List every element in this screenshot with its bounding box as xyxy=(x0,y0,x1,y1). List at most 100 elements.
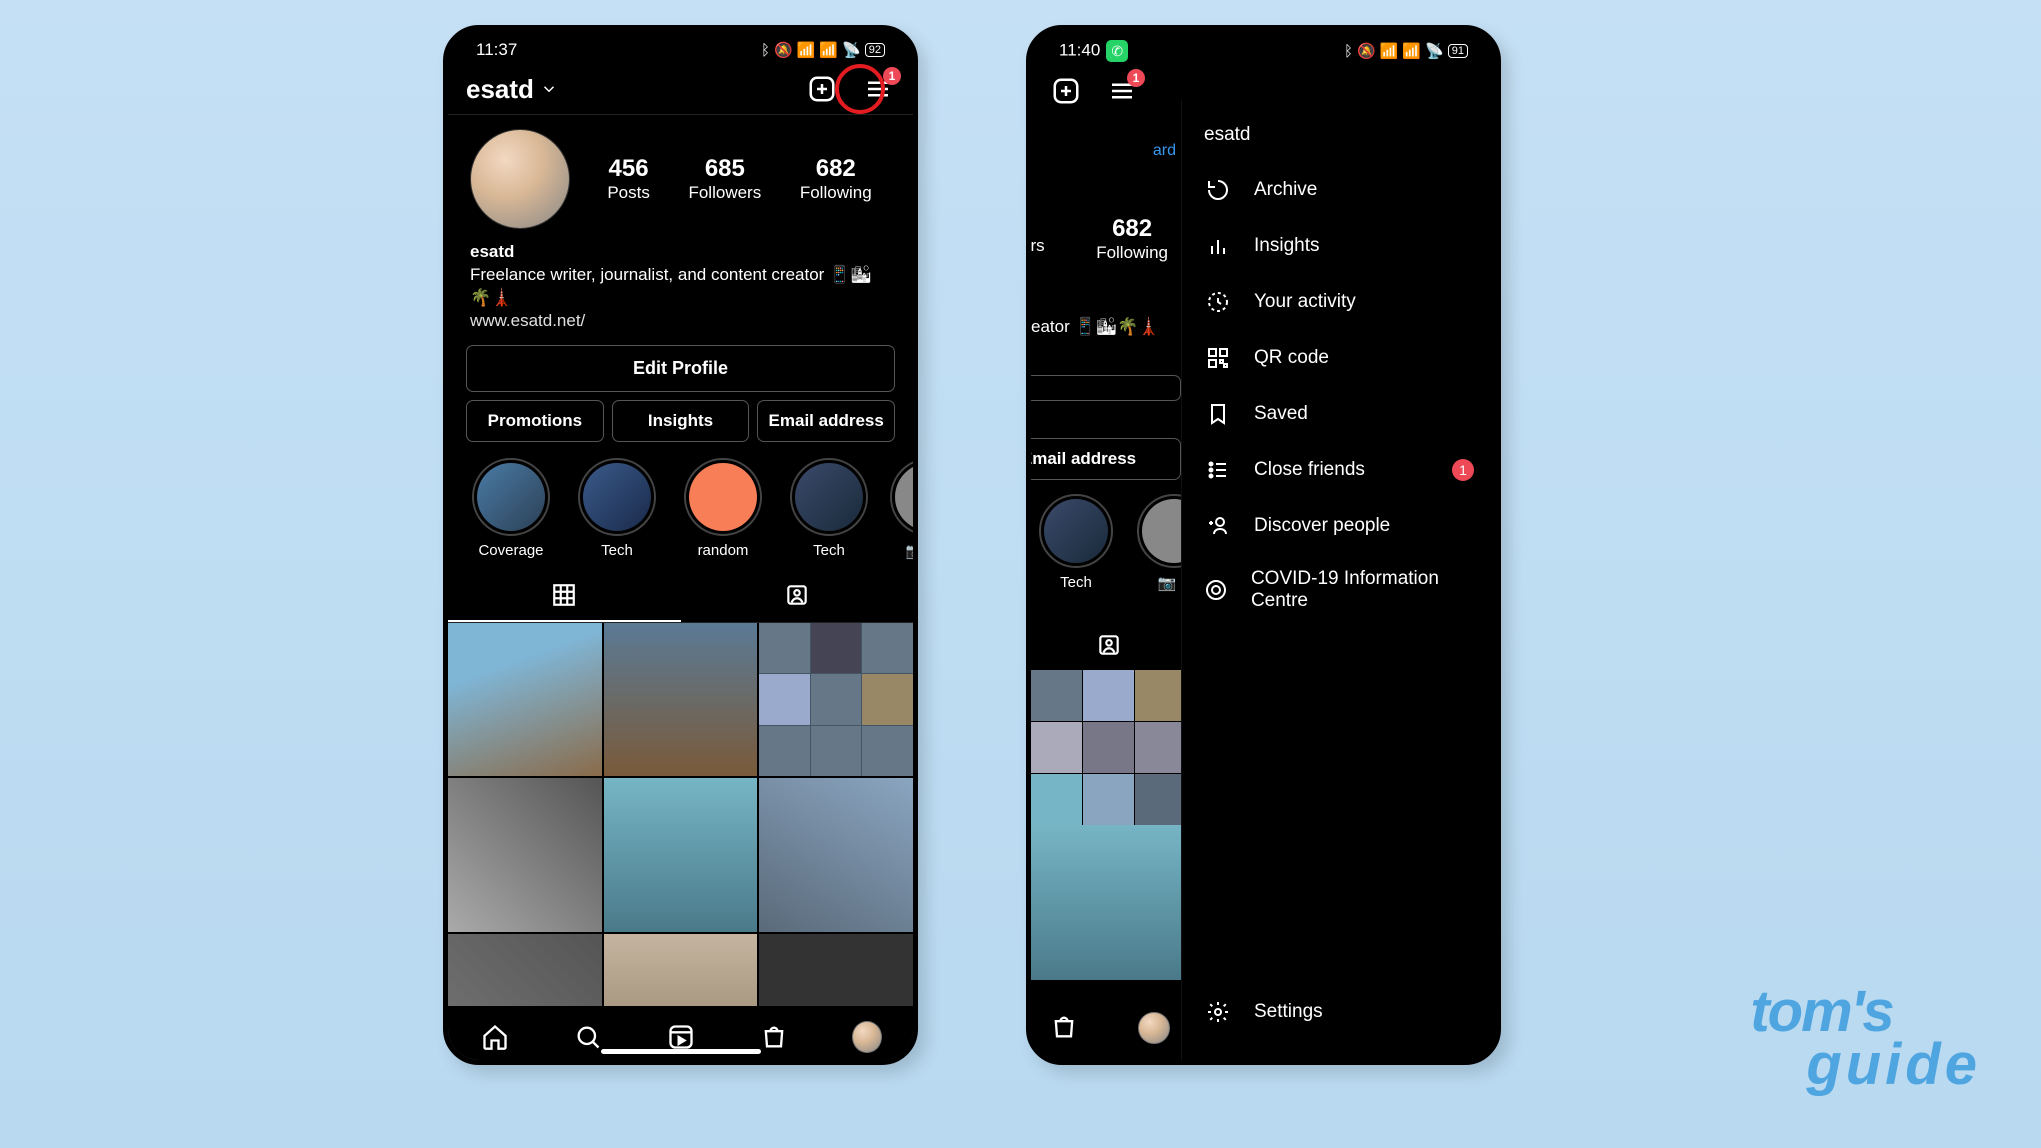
phone-left: 11:37 ᛒ 🔕 📶 📶 📡 92 esatd 1 xyxy=(443,25,918,1065)
bio-link[interactable]: www.esatd.net/ xyxy=(470,310,891,333)
following-label: Following xyxy=(1096,243,1168,263)
info-icon xyxy=(1204,576,1229,604)
content-tabs xyxy=(448,570,913,623)
bookmark-icon xyxy=(1204,400,1232,428)
grid-tab[interactable] xyxy=(448,570,681,622)
status-indicators: ᛒ 🔕 📶 📶 📡 91 xyxy=(1344,42,1468,60)
username-label: esatd xyxy=(466,74,534,105)
home-tab[interactable] xyxy=(480,1022,510,1052)
following-count: 682 xyxy=(1096,215,1168,243)
status-time: 11:40✆ xyxy=(1059,40,1128,62)
menu-saved[interactable]: Saved xyxy=(1182,386,1496,442)
status-time: 11:37 xyxy=(476,40,517,60)
signal-icon: 📶 xyxy=(1380,42,1399,60)
highlight-item[interactable]: Coverage xyxy=(466,458,556,560)
phone-right: 11:40✆ ᛒ 🔕 📶 📶 📡 91 1 ard 682 Following … xyxy=(1026,25,1501,1065)
highlight-item[interactable]: 📷 xyxy=(890,458,913,560)
bluetooth-icon: ᛒ xyxy=(1344,43,1353,60)
clock-icon xyxy=(1204,288,1232,316)
profile-stats-row: 456Posts 685Followers 682Following xyxy=(448,115,913,237)
bluetooth-icon: ᛒ xyxy=(761,42,770,59)
signal-icon: 📶 xyxy=(1402,42,1421,60)
dnd-icon: 🔕 xyxy=(1357,42,1376,60)
status-bar: 11:37 ᛒ 🔕 📶 📶 📡 92 xyxy=(448,30,913,66)
avatar[interactable] xyxy=(470,129,570,229)
highlight-item[interactable]: Tech xyxy=(1031,494,1121,592)
wifi-icon: 📡 xyxy=(1425,42,1444,60)
battery-icon: 91 xyxy=(1448,44,1468,58)
menu-covid[interactable]: COVID-19 Information Centre xyxy=(1182,554,1496,626)
shop-tab[interactable] xyxy=(759,1022,789,1052)
profile-header: 1 xyxy=(1031,68,1496,116)
list-icon xyxy=(1204,456,1232,484)
promotions-button[interactable]: Promotions xyxy=(466,400,604,442)
dashboard-link[interactable]: ard xyxy=(1153,142,1176,160)
profile-tab[interactable] xyxy=(1138,1012,1170,1044)
menu-button[interactable]: 1 xyxy=(1105,74,1139,108)
battery-icon: 92 xyxy=(865,43,885,57)
grid-post[interactable] xyxy=(759,623,913,777)
search-tab[interactable] xyxy=(573,1022,603,1052)
email-button[interactable]: Email address xyxy=(1031,438,1181,480)
highlights-row[interactable]: Coverage Tech random Tech 📷 xyxy=(448,452,913,566)
username-switcher[interactable]: esatd xyxy=(466,74,558,105)
bio-text: Freelance writer, journalist, and conten… xyxy=(470,264,891,310)
grid-post[interactable] xyxy=(604,623,758,777)
gear-icon xyxy=(1204,998,1232,1026)
highlight-item[interactable]: 📷 xyxy=(1137,494,1186,592)
menu-discover[interactable]: Discover people xyxy=(1182,498,1496,554)
menu-insights[interactable]: Insights xyxy=(1182,218,1496,274)
shop-tab[interactable] xyxy=(1049,1012,1079,1042)
menu-qr[interactable]: QR code xyxy=(1182,330,1496,386)
followers-fragment: ers xyxy=(1031,236,1045,256)
posts-grid xyxy=(448,623,913,1065)
edit-profile-button[interactable]: Edit Profile xyxy=(466,345,895,392)
bio-section: esatd Freelance writer, journalist, and … xyxy=(448,237,913,345)
grid-post[interactable] xyxy=(448,623,602,777)
signal-icon: 📶 xyxy=(819,41,838,59)
grid-post[interactable] xyxy=(759,778,913,932)
tagged-tab[interactable] xyxy=(1031,620,1186,670)
profile-tab[interactable] xyxy=(852,1022,882,1052)
highlight-item[interactable]: random xyxy=(678,458,768,560)
create-button[interactable] xyxy=(805,72,839,106)
background-profile-slice: ard 682 Following ers eator 📱🏙🌴🗼 Email a… xyxy=(1031,100,1186,1060)
add-person-icon xyxy=(1204,512,1232,540)
create-button[interactable] xyxy=(1049,74,1083,108)
reels-tab[interactable] xyxy=(666,1022,696,1052)
bio-fragment: eator 📱🏙🌴🗼 xyxy=(1031,317,1160,337)
highlight-item[interactable]: Tech xyxy=(572,458,662,560)
insights-button[interactable]: Insights xyxy=(612,400,750,442)
home-indicator xyxy=(601,1049,761,1054)
tagged-tab[interactable] xyxy=(681,570,914,622)
archive-icon xyxy=(1204,176,1232,204)
notification-badge: 1 xyxy=(883,67,901,85)
email-button[interactable]: Email address xyxy=(757,400,895,442)
settings-menu: esatd Archive Insights Your activity QR … xyxy=(1181,100,1496,1060)
menu-settings[interactable]: Settings xyxy=(1182,984,1496,1040)
highlight-item[interactable]: Tech xyxy=(784,458,874,560)
bio-name: esatd xyxy=(470,241,891,264)
wifi-icon: 📡 xyxy=(842,41,861,59)
following-stat[interactable]: 682Following xyxy=(800,155,872,203)
menu-activity[interactable]: Your activity xyxy=(1182,274,1496,330)
status-bar: 11:40✆ ᛒ 🔕 📶 📶 📡 91 xyxy=(1031,30,1496,68)
dnd-icon: 🔕 xyxy=(774,41,793,59)
notification-badge: 1 xyxy=(1452,459,1474,481)
status-indicators: ᛒ 🔕 📶 📶 📡 92 xyxy=(761,41,885,59)
grid-post[interactable] xyxy=(604,778,758,932)
posts-stat[interactable]: 456Posts xyxy=(607,155,650,203)
followers-stat[interactable]: 685Followers xyxy=(688,155,761,203)
edit-profile-fragment[interactable] xyxy=(1031,375,1181,401)
toms-guide-logo: tom's guide xyxy=(1750,978,1981,1098)
qr-icon xyxy=(1204,344,1232,372)
chevron-down-icon xyxy=(540,74,558,105)
grid-slice xyxy=(1031,670,1186,980)
annotation-circle xyxy=(835,64,885,114)
insights-icon xyxy=(1204,232,1232,260)
menu-close-friends[interactable]: Close friends1 xyxy=(1182,442,1496,498)
grid-post[interactable] xyxy=(448,778,602,932)
menu-archive[interactable]: Archive xyxy=(1182,162,1496,218)
profile-header: esatd 1 xyxy=(448,66,913,115)
signal-icon: 📶 xyxy=(797,41,816,59)
